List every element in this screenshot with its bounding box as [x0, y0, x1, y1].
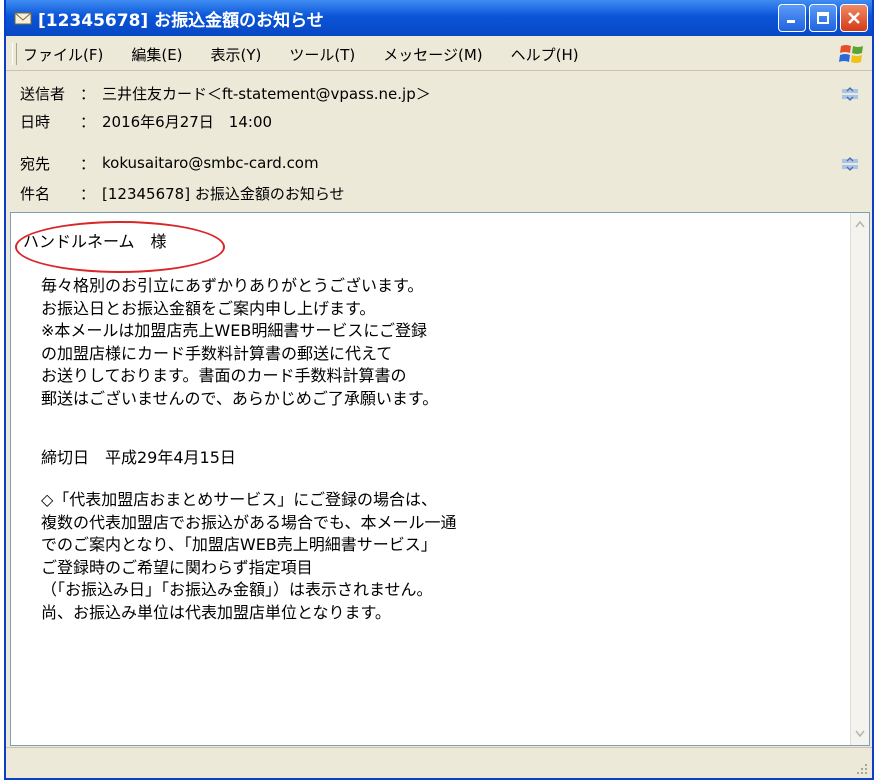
- menu-message[interactable]: メッセージ(M): [383, 44, 482, 65]
- from-value[interactable]: 三井住友カード＜ft-statement@vpass.ne.jp＞: [102, 83, 431, 104]
- menu-bar: ファイル(F) 編集(E) 表示(Y) ツール(T) メッセージ(M) ヘルプ(…: [6, 38, 872, 71]
- vertical-scrollbar[interactable]: [850, 213, 869, 745]
- status-bar: [6, 747, 872, 778]
- menu-help[interactable]: ヘルプ(H): [511, 44, 579, 65]
- body-line: の加盟店様にカード手数料計算書の郵送に代えて: [41, 343, 393, 363]
- scroll-down-button[interactable]: [851, 725, 869, 743]
- body-line: 複数の代表加盟店でお振込がある場合でも、本メール一通: [41, 512, 457, 532]
- menu-edit[interactable]: 編集(E): [131, 44, 182, 65]
- menu-tools[interactable]: ツール(T): [289, 44, 355, 65]
- body-line: お送りしております。書面のカード手数料計算書の: [41, 366, 407, 386]
- windows-logo-icon: [838, 41, 866, 67]
- body-line: 郵送はございませんので、あらかじめご了承願います。: [41, 388, 439, 408]
- to-value[interactable]: kokusaitaro@smbc-card.com: [102, 154, 319, 172]
- title-bar[interactable]: [12345678] お振込金額のお知らせ: [6, 0, 872, 36]
- subject-separator: ：: [80, 184, 96, 203]
- body-line: ご登録時のご希望に関わらず指定項目: [41, 557, 313, 577]
- subject-row: 件名 ： [12345678] お振込金額のお知らせ: [20, 182, 345, 204]
- date-separator: ：: [80, 112, 96, 131]
- body-line: 尚、お振込み単位は代表加盟店単位となります。: [41, 602, 391, 622]
- menu-file[interactable]: ファイル(F): [23, 44, 103, 65]
- menu-view[interactable]: 表示(Y): [211, 44, 262, 65]
- from-row: 送信者 ： 三井住友カード＜ft-statement@vpass.ne.jp＞: [20, 82, 431, 104]
- body-line: ※本メールは加盟店売上WEB明細書サービスにご登録: [41, 321, 427, 341]
- to-separator: ：: [80, 154, 96, 173]
- deadline: 締切日 平成29年4月15日: [41, 448, 236, 467]
- body-line: （「お振込み日」「お振込み金額」）は表示されません。: [41, 580, 433, 600]
- subject-value: [12345678] お振込金額のお知らせ: [102, 184, 345, 203]
- to-row: 宛先 ： kokusaitaro@smbc-card.com: [20, 152, 319, 174]
- greeting: ハンドルネーム 様: [23, 232, 167, 251]
- message-text: ハンドルネーム 様 毎々格別のお引立にあずかりありがとうございます。 お振込日と…: [11, 213, 851, 745]
- date-row: 日時 ： 2016年6月27日 14:00: [20, 110, 272, 132]
- scroll-up-button[interactable]: [851, 215, 869, 233]
- to-label: 宛先: [20, 154, 51, 173]
- body-line: 毎々格別のお引立にあずかりありがとうございます。: [41, 276, 424, 295]
- toolbar-grip[interactable]: [12, 43, 17, 65]
- resize-grip-icon[interactable]: [854, 760, 868, 774]
- message-header: 送信者 ： 三井住友カード＜ft-statement@vpass.ne.jp＞ …: [6, 72, 872, 212]
- from-contact-icon[interactable]: [840, 86, 860, 102]
- body-line: でのご案内となり、「加盟店WEB売上明細書サービス」: [41, 535, 437, 555]
- to-contact-icon[interactable]: [840, 156, 860, 172]
- from-separator: ：: [80, 84, 96, 103]
- email-window: [12345678] お振込金額のお知らせ ファイル(F) 編集(E) 表示(Y…: [4, 0, 874, 780]
- date-value: 2016年6月27日 14:00: [102, 112, 273, 131]
- maximize-button[interactable]: [809, 4, 837, 32]
- window-title: [12345678] お振込金額のお知らせ: [38, 10, 324, 31]
- body-line: お振込日とお振込金額をご案内申し上げます。: [41, 298, 376, 318]
- date-label: 日時: [20, 112, 51, 131]
- close-button[interactable]: [840, 4, 868, 32]
- from-label: 送信者: [20, 84, 66, 103]
- minimize-button[interactable]: [778, 4, 806, 32]
- body-line: ◇「代表加盟店おまとめサービス」にご登録の場合は、: [41, 490, 437, 509]
- paragraph-1: 毎々格別のお引立にあずかりありがとうございます。 お振込日とお振込金額をご案内申…: [41, 275, 438, 411]
- paragraph-2: ◇「代表加盟店おまとめサービス」にご登録の場合は、 複数の代表加盟店でお振込があ…: [41, 489, 457, 625]
- subject-label: 件名: [20, 184, 51, 203]
- message-body[interactable]: ハンドルネーム 様 毎々格別のお引立にあずかりありがとうございます。 お振込日と…: [10, 212, 870, 746]
- envelope-icon: [14, 9, 32, 27]
